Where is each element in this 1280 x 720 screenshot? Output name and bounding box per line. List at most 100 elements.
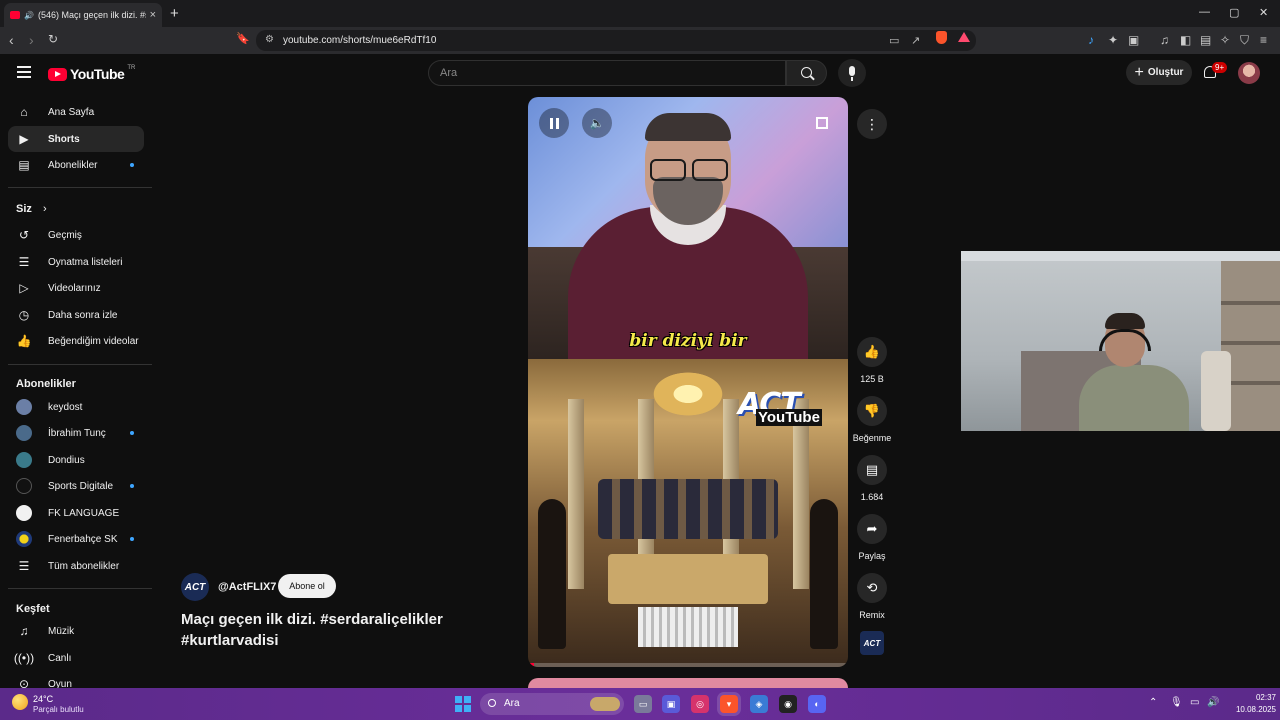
taskbar-search[interactable]: Ara [480,693,624,715]
system-clock[interactable]: 02:37 10.08.2025 [1226,692,1276,716]
channel-name[interactable]: @ActFLIX7 [218,581,276,593]
windows-taskbar: 24°C Parçalı bulutlu Ara ▭ ▣ ◎ ▾ ◈ ◉ ◐ ⌃… [0,688,1280,720]
network-icon[interactable]: ▭ [1190,697,1199,708]
sidebar-item-label: FK LANGUAGE [48,507,120,519]
sidebar-item-live[interactable]: ((•)) Canlı [8,645,144,671]
sidebar-item-history[interactable]: ↺ Geçmiş [8,222,144,248]
channel-thumbnail[interactable]: ACT [860,631,884,655]
sidebar-item-home[interactable]: ⌂ Ana Sayfa [8,99,144,125]
sidebar-item-all-subscriptions[interactable]: ☰ Tüm abonelikler [8,553,144,579]
reload-button[interactable]: ↻ [48,32,58,46]
pause-icon [549,117,559,129]
explore-heading: Keşfet [16,603,50,615]
wallet-icon[interactable]: ▤ [1200,33,1211,47]
remix-button[interactable]: ⟲ Remix [855,573,889,620]
sidebar-channel-fk-language[interactable]: FK LANGUAGE [8,500,144,526]
bookmark-icon[interactable]: 🔖 [236,32,250,45]
fullscreen-icon[interactable] [816,117,828,129]
more-options-button[interactable]: ⋮ [857,109,887,139]
audio-playing-icon[interactable]: 🔊 [24,11,34,20]
sidebar-item-label: Dondius [48,454,85,466]
back-button[interactable]: ‹ [9,32,14,48]
sidebar-item-shorts[interactable]: ▶ Shorts [8,126,144,152]
microphone-icon[interactable]: 🎙 [1170,697,1183,708]
radiator [638,607,738,647]
home-icon: ⌂ [20,105,28,119]
volume-icon[interactable]: 🔊 [1207,697,1219,708]
site-settings-icon[interactable]: ⚙ [265,34,274,45]
chevron-right-icon: › [42,203,47,215]
brave-browser-icon[interactable]: ▾ [720,695,738,713]
task-view-icon[interactable]: ▭ [634,695,652,713]
sidebar-channel-keydost[interactable]: keydost [8,394,144,420]
sidebar-channel-fenerbahce[interactable]: Fenerbahçe SK [8,526,144,552]
sidebar-channel-sports-digitale[interactable]: Sports Digitale [8,473,144,499]
like-button[interactable]: 👍 125 B [855,337,889,384]
cast-icon[interactable]: ▭ [889,34,899,47]
temperature: 24°C [33,694,54,704]
share-page-icon[interactable]: ↗ [911,34,920,47]
instagram-icon[interactable]: ◎ [691,695,709,713]
sidebar-item-liked-videos[interactable]: 👍 Beğendiğim videolar [8,328,144,354]
extensions-icon[interactable]: ✦ [1108,33,1118,47]
close-tab-icon[interactable]: × [150,9,156,21]
sidebar-channel-ibrahim-tunc[interactable]: İbrahim Tunç [8,420,144,446]
mute-button[interactable]: 🔈 [582,108,612,138]
search-placeholder: Ara [440,67,458,79]
address-bar[interactable]: ⚙ youtube.com/shorts/mue6eRdTf10 ▭ ↗ [256,30,976,51]
divider [8,588,152,589]
vpn-shield-icon[interactable]: ⛉ [1240,33,1249,48]
video-progress-bar[interactable] [528,663,848,667]
obs-icon[interactable]: ◉ [779,695,797,713]
playlists-icon: ☰ [18,255,30,269]
youtube-logo[interactable]: YouTube TR [48,65,135,82]
subscribe-button[interactable]: Abone ol [278,574,336,598]
close-window-button[interactable]: ✕ [1259,6,1268,19]
minimize-window-button[interactable]: — [1199,6,1210,18]
voice-search-button[interactable] [838,59,866,87]
windows-start-icon[interactable] [455,696,471,712]
channel-avatar[interactable]: ACT [181,573,209,601]
search-input[interactable]: Ara [428,60,786,86]
shorts-video-player[interactable]: bir diziyi bir ACT YouTube 🔈 [528,97,848,667]
account-avatar[interactable] [1238,62,1260,84]
video-title[interactable]: Maçı geçen ilk dizi. #serdaraliçelikler … [181,609,481,651]
sidebar-item-subscriptions[interactable]: ▤ Abonelikler [8,152,144,178]
sidebar-item-watch-later[interactable]: ◷ Daha sonra izle [8,302,144,328]
app-icon[interactable]: ◈ [750,695,768,713]
brave-rewards-icon[interactable] [958,32,970,42]
sidebar-item-playlists[interactable]: ☰ Oynatma listeleri [8,249,144,275]
teams-icon[interactable]: ▣ [662,695,680,713]
sidebar-item-label: Ana Sayfa [48,106,95,118]
browser-tab-youtube[interactable]: 🔊 (546) Maçı geçen ilk dizi. #serdaraliç… [4,3,162,27]
comments-button[interactable]: ▤ 1.684 [855,455,889,502]
sidebar-toggle-icon[interactable]: ◧ [1180,33,1191,47]
search-button[interactable] [786,60,827,86]
maximize-window-button[interactable]: ▢ [1229,6,1239,19]
share-button[interactable]: ➦ Paylaş [855,514,889,561]
forward-button[interactable]: › [29,32,34,48]
hamburger-menu-icon[interactable] [17,66,31,78]
audio-icon[interactable]: ♪ [1088,33,1094,47]
you-section-heading[interactable]: Siz › [16,203,47,215]
brave-shields-icon[interactable] [936,31,947,44]
dislike-button[interactable]: 👎 Beğenme [853,396,891,443]
thumbs-down-icon: 👎 [857,396,887,426]
screenshot-icon[interactable]: ▣ [1128,33,1139,47]
menu-icon[interactable]: ≡ [1260,33,1267,47]
discord-icon[interactable]: ◐ [808,695,826,713]
video-frame-bottom: ACT YouTube [528,359,848,667]
pause-button[interactable] [539,108,569,138]
sidebar-item-your-videos[interactable]: ▷ Videolarınız [8,275,144,301]
unread-dot [130,537,134,541]
tray-overflow-icon[interactable]: ⌃ [1149,697,1157,708]
sidebar-channel-dondius[interactable]: Dondius [8,447,144,473]
media-icon[interactable]: ♫ [1160,33,1169,47]
browser-tab-bar: 🔊 (546) Maçı geçen ilk dizi. #serdaraliç… [0,0,1280,27]
sidebar-item-music[interactable]: ♫ Müzik [8,618,144,644]
new-tab-button[interactable]: + [170,5,179,22]
sidebar-item-label: Daha sonra izle [48,309,118,321]
create-button[interactable]: + Oluştur [1126,60,1192,85]
unread-dot [130,163,134,167]
leo-ai-icon[interactable]: ✧ [1220,33,1230,47]
